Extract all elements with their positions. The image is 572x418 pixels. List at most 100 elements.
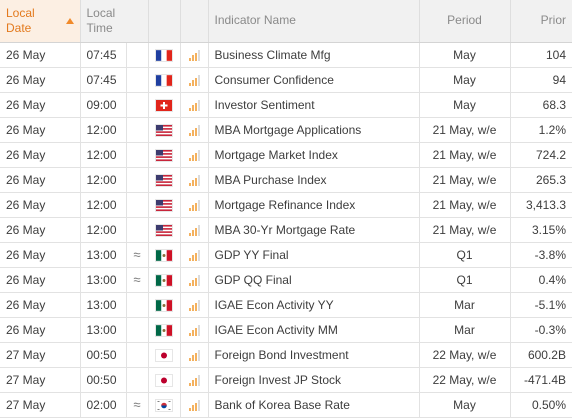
column-indicator-name[interactable]: Indicator Name — [208, 0, 420, 43]
jp-flag-icon — [156, 374, 172, 386]
importance-bars-icon — [188, 99, 200, 111]
table-row[interactable]: 26 May 13:00 ≈ GDP YY Final Q1 -3.8% — [0, 242, 572, 268]
row-prior: -0.3% — [510, 317, 572, 343]
row-date: 26 May — [0, 92, 81, 118]
row-time: 12:00 — [80, 142, 127, 168]
row-period: 22 May, w/e — [419, 367, 511, 393]
row-period: May — [419, 42, 511, 68]
row-period: 21 May, w/e — [419, 217, 511, 243]
row-prior: 0.4% — [510, 267, 572, 293]
approximate-icon — [126, 342, 149, 368]
table-row[interactable]: 27 May 00:50 Foreign Invest JP Stock 22 … — [0, 367, 572, 393]
row-indicator-name[interactable]: GDP QQ Final — [208, 267, 420, 293]
table-row[interactable]: 26 May 12:00 Mortgage Refinance Index 21… — [0, 192, 572, 218]
approximate-icon — [126, 217, 149, 243]
importance-bars-icon — [188, 374, 200, 386]
table-row[interactable]: 27 May 00:50 Foreign Bond Investment 22 … — [0, 342, 572, 368]
table-row[interactable]: 26 May 12:00 MBA 30-Yr Mortgage Rate 21 … — [0, 217, 572, 243]
row-date: 26 May — [0, 117, 81, 143]
us-flag-icon — [156, 174, 172, 186]
row-prior: -3.8% — [510, 242, 572, 268]
row-indicator-name[interactable]: IGAE Econ Activity MM — [208, 317, 420, 343]
row-period: Q1 — [419, 242, 511, 268]
row-indicator-name[interactable]: Business Climate Mfg — [208, 42, 420, 68]
row-country — [148, 392, 181, 418]
row-period: 22 May, w/e — [419, 342, 511, 368]
table-row[interactable]: 26 May 13:00 IGAE Econ Activity YY Mar -… — [0, 292, 572, 318]
row-indicator-name[interactable]: Investor Sentiment — [208, 92, 420, 118]
column-prior[interactable]: Prior — [510, 0, 572, 43]
approximate-icon: ≈ — [126, 267, 149, 293]
row-period: Mar — [419, 292, 511, 318]
column-local-time[interactable]: Local Time — [80, 0, 149, 43]
approximate-icon — [126, 317, 149, 343]
importance-bars-icon — [188, 299, 200, 311]
row-period: 21 May, w/e — [419, 117, 511, 143]
column-period[interactable]: Period — [419, 0, 511, 43]
row-prior: 265.3 — [510, 167, 572, 193]
row-prior: -5.1% — [510, 292, 572, 318]
approximate-icon — [126, 292, 149, 318]
row-prior: 68.3 — [510, 92, 572, 118]
row-time: 13:00 — [80, 292, 127, 318]
economic-calendar-table: Local Date Local Time Indicator Name Per… — [0, 0, 572, 418]
table-row[interactable]: 26 May 12:00 Mortgage Market Index 21 Ma… — [0, 142, 572, 168]
row-indicator-name[interactable]: MBA Mortgage Applications — [208, 117, 420, 143]
row-time: 12:00 — [80, 217, 127, 243]
row-indicator-name[interactable]: Mortgage Refinance Index — [208, 192, 420, 218]
ch-flag-icon — [156, 99, 172, 111]
row-importance — [180, 92, 209, 118]
column-local-date[interactable]: Local Date — [0, 0, 81, 43]
table-row[interactable]: 26 May 07:45 Business Climate Mfg May 10… — [0, 42, 572, 68]
row-importance — [180, 292, 209, 318]
table-row[interactable]: 26 May 09:00 Investor Sentiment May 68.3 — [0, 92, 572, 118]
row-country — [148, 292, 181, 318]
us-flag-icon — [156, 124, 172, 136]
row-prior: -471.4B — [510, 367, 572, 393]
table-row[interactable]: 26 May 12:00 MBA Purchase Index 21 May, … — [0, 167, 572, 193]
row-indicator-name[interactable]: Foreign Bond Investment — [208, 342, 420, 368]
column-indicator-name-label: Indicator Name — [214, 13, 296, 28]
table-row[interactable]: 26 May 13:00 IGAE Econ Activity MM Mar -… — [0, 317, 572, 343]
row-importance — [180, 367, 209, 393]
column-period-label: Period — [447, 13, 482, 28]
row-date: 26 May — [0, 317, 81, 343]
kr-flag-icon — [156, 399, 172, 411]
row-time: 12:00 — [80, 117, 127, 143]
row-indicator-name[interactable]: IGAE Econ Activity YY — [208, 292, 420, 318]
table-row[interactable]: 26 May 13:00 ≈ GDP QQ Final Q1 0.4% — [0, 267, 572, 293]
row-period: 21 May, w/e — [419, 167, 511, 193]
row-indicator-name[interactable]: Consumer Confidence — [208, 67, 420, 93]
approximate-icon — [126, 92, 149, 118]
us-flag-icon — [156, 149, 172, 161]
approximate-icon: ≈ — [126, 392, 149, 418]
row-indicator-name[interactable]: Foreign Invest JP Stock — [208, 367, 420, 393]
importance-bars-icon — [188, 174, 200, 186]
importance-bars-icon — [188, 349, 200, 361]
row-indicator-name[interactable]: MBA Purchase Index — [208, 167, 420, 193]
row-date: 26 May — [0, 42, 81, 68]
row-period: 21 May, w/e — [419, 142, 511, 168]
row-country — [148, 267, 181, 293]
row-country — [148, 67, 181, 93]
row-date: 26 May — [0, 192, 81, 218]
importance-bars-icon — [188, 74, 200, 86]
us-flag-icon — [156, 224, 172, 236]
sort-ascending-icon[interactable] — [65, 17, 74, 24]
table-row[interactable]: 27 May 02:00 ≈ Bank of Korea Base Rate M… — [0, 392, 572, 418]
approximate-icon: ≈ — [126, 242, 149, 268]
row-prior: 104 — [510, 42, 572, 68]
row-indicator-name[interactable]: GDP YY Final — [208, 242, 420, 268]
row-indicator-name[interactable]: Mortgage Market Index — [208, 142, 420, 168]
table-row[interactable]: 26 May 12:00 MBA Mortgage Applications 2… — [0, 117, 572, 143]
row-indicator-name[interactable]: MBA 30-Yr Mortgage Rate — [208, 217, 420, 243]
importance-bars-icon — [188, 324, 200, 336]
row-importance — [180, 217, 209, 243]
row-time: 12:00 — [80, 192, 127, 218]
approximate-icon — [126, 42, 149, 68]
row-period: May — [419, 92, 511, 118]
table-row[interactable]: 26 May 07:45 Consumer Confidence May 94 — [0, 67, 572, 93]
row-indicator-name[interactable]: Bank of Korea Base Rate — [208, 392, 420, 418]
row-prior: 724.2 — [510, 142, 572, 168]
approximate-icon — [126, 367, 149, 393]
